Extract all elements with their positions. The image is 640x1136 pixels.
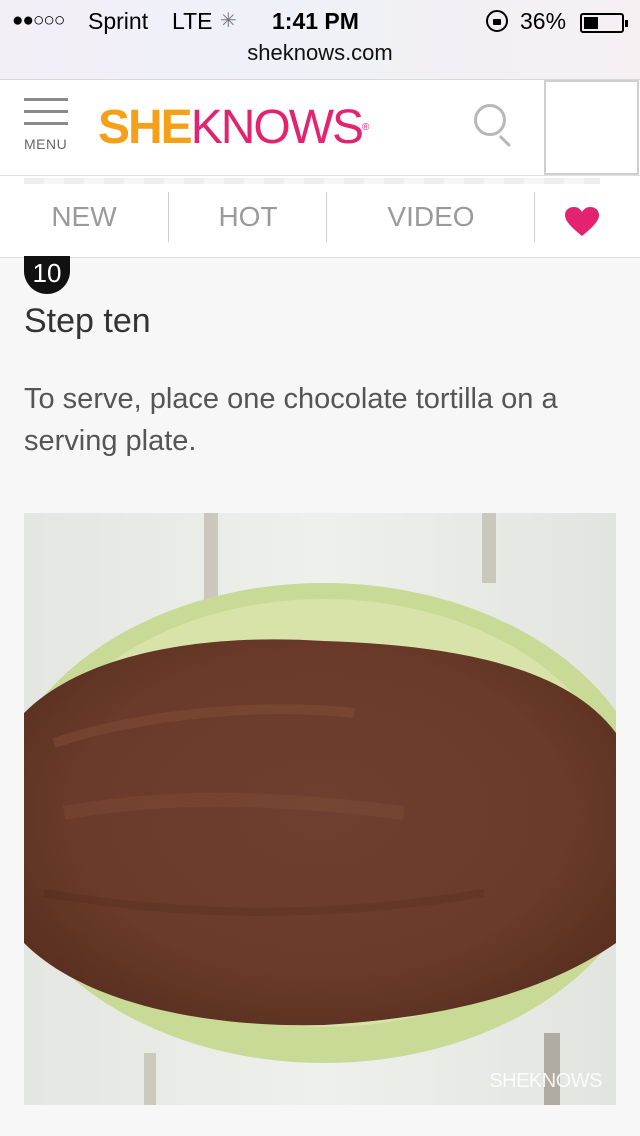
tab-divider [168,192,169,242]
carrier-name: Sprint [88,8,149,34]
tab-hot[interactable]: HOT [170,192,326,242]
heart-icon [565,207,599,236]
step-number-badge: 10 [24,256,70,294]
url-bar[interactable]: sheknows.com [0,40,640,66]
status-time: 1:41 PM [272,8,359,34]
search-button[interactable] [474,104,518,148]
account-button[interactable] [544,80,639,175]
logo-she: SHE [98,101,193,154]
hamburger-icon [24,98,72,125]
section-tabs: NEW HOT VIDEO [0,176,640,258]
scroll-strip [24,178,600,184]
tab-divider [326,192,327,242]
network-type: LTE [172,8,213,34]
tab-video[interactable]: VIDEO [328,192,534,242]
step-title: Step ten [24,302,151,340]
logo-registered: ® [362,122,370,133]
status-bar: ●●○○○ Sprint LTE ✳ 1:41 PM 36% sheknows.… [0,0,640,80]
chocolate-tortilla-photo[interactable]: SHEKNOWS [24,513,616,1105]
signal-strength: ●●○○○ [12,10,65,31]
battery-icon [580,13,628,33]
logo-knows: KNOWS [190,101,364,154]
rotation-lock-icon [486,10,508,32]
step-text: To serve, place one chocolate tortilla o… [24,383,558,457]
battery-percent: 36% [520,8,567,34]
tab-new[interactable]: NEW [0,192,168,242]
search-icon [474,104,506,136]
photo-illustration [24,513,616,1105]
menu-button[interactable]: MENU [24,98,72,158]
photo-watermark: SHEKNOWS [489,1070,602,1092]
sheknows-logo[interactable]: SHEKNOWS® [98,100,370,156]
menu-label: MENU [24,136,68,152]
activity-spinner-icon: ✳ [220,10,237,32]
tab-divider [534,192,535,242]
